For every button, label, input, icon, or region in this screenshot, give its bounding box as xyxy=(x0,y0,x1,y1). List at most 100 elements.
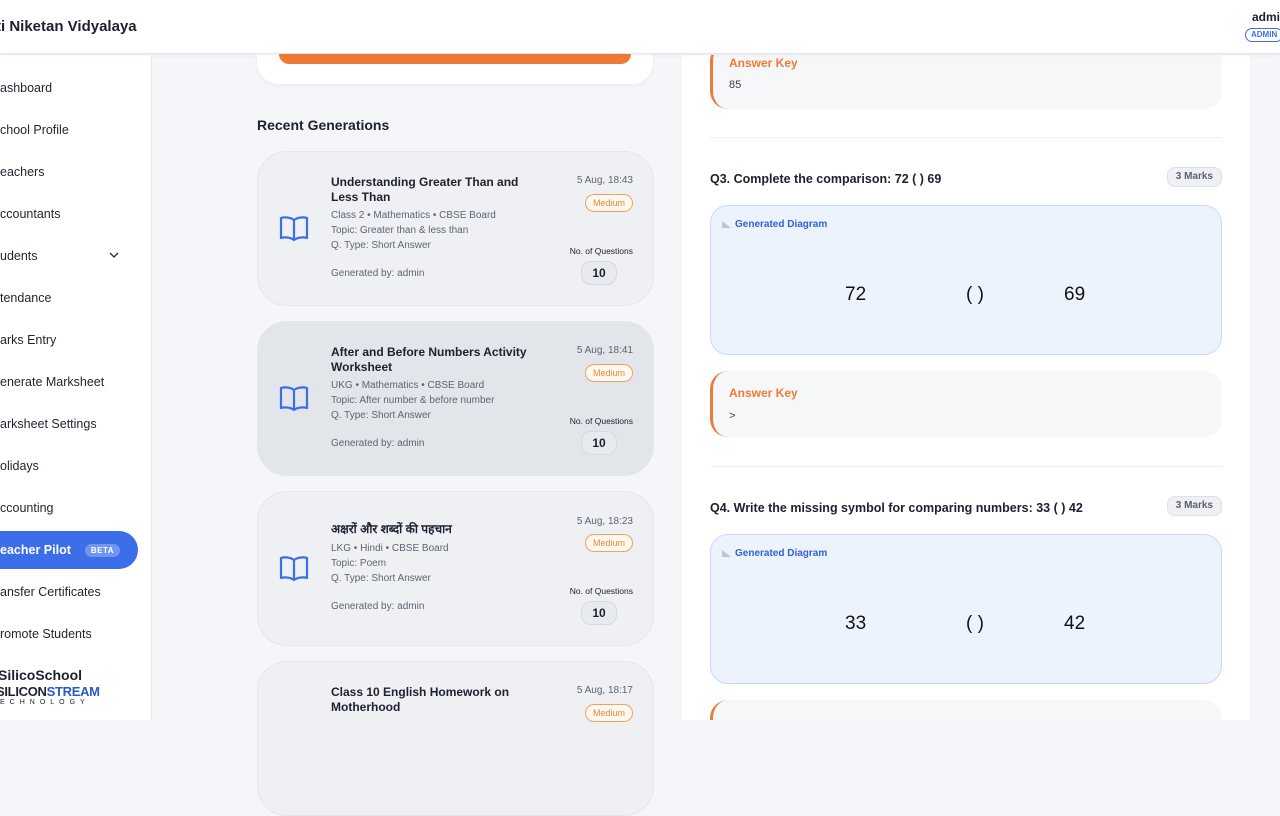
brand-logo-part: SILICON xyxy=(0,684,47,699)
num-questions-value: 10 xyxy=(581,431,617,455)
generation-title: After and Before Numbers Activity Worksh… xyxy=(331,345,527,374)
sidebar-item-accountants[interactable]: ccountants xyxy=(0,195,138,233)
book-icon xyxy=(279,216,309,242)
diagram-blank: ( ) xyxy=(966,613,984,634)
diagram-label-text: Generated Diagram xyxy=(735,548,828,559)
generation-time: 5 Aug, 18:41 xyxy=(576,345,633,356)
sidebar-item-school-profile[interactable]: chool Profile xyxy=(0,111,138,149)
num-questions-value: 10 xyxy=(581,601,617,625)
generation-title: Understanding Greater Than and Less Than xyxy=(331,175,519,204)
answer-key-label: Answer Key xyxy=(729,386,798,400)
brand-name: SilicoSchool xyxy=(0,667,83,683)
diagram-blank: ( ) xyxy=(966,284,984,305)
generation-meta: UKG • Mathematics • CBSE Board xyxy=(331,380,485,391)
generated-by: Generated by: admin xyxy=(331,268,425,279)
difficulty-badge: Medium xyxy=(585,704,633,722)
chevron-down-icon[interactable] xyxy=(108,249,120,261)
num-questions-label: No. of Questions xyxy=(569,416,633,426)
generated-diagram: Generated Diagram 33 ( ) 42 xyxy=(710,534,1222,684)
generation-meta: LKG • Hindi • CBSE Board xyxy=(331,543,449,554)
sidebar-item-label: ccounting xyxy=(0,501,54,515)
answer-key-box: Answer Key > xyxy=(710,371,1222,437)
sidebar-item-label: olidays xyxy=(0,459,39,473)
generation-topic: Topic: Greater than & less than xyxy=(331,225,469,236)
sidebar: ashboard chool Profile eachers ccountant… xyxy=(0,55,152,720)
generation-topic: Topic: Poem xyxy=(331,558,387,569)
question-title: Q3. Complete the comparison: 72 ( ) 69 xyxy=(710,172,942,186)
top-bar: ti Niketan Vidyalaya admi ADMIN xyxy=(0,0,1280,54)
diagram-label: Generated Diagram xyxy=(721,219,827,230)
diagram-number: 33 xyxy=(845,613,867,634)
recent-generations-title: Recent Generations xyxy=(257,117,390,133)
brand-logo-part: STREAM xyxy=(46,684,100,699)
answer-key-label: Answer Key xyxy=(729,56,798,70)
generation-card[interactable]: Understanding Greater Than and Less Than… xyxy=(257,151,654,306)
sidebar-item-label: ccountants xyxy=(0,207,61,221)
generation-time: 5 Aug, 18:43 xyxy=(576,175,633,186)
difficulty-badge: Medium xyxy=(585,364,633,382)
generation-time: 5 Aug, 18:23 xyxy=(576,516,633,527)
sidebar-item-students[interactable]: udents xyxy=(0,237,138,275)
num-questions-label: No. of Questions xyxy=(569,586,633,596)
generation-card[interactable]: Class 10 English Homework on Motherhood … xyxy=(257,661,654,816)
sidebar-item-teacher-pilot[interactable]: eacher Pilot BETA xyxy=(0,531,138,569)
question-detail-panel: Answer Key 85 Q3. Complete the compariso… xyxy=(682,55,1250,720)
divider xyxy=(710,137,1222,138)
answer-key-value: 85 xyxy=(729,79,742,91)
ruler-icon xyxy=(722,550,731,557)
role-badge: ADMIN xyxy=(1245,28,1280,42)
sidebar-item-label: udents xyxy=(0,249,38,263)
sidebar-item-label: eacher Pilot xyxy=(0,543,71,557)
divider xyxy=(710,466,1222,467)
sidebar-item-label: eachers xyxy=(0,165,45,179)
answer-key-value: > xyxy=(729,410,736,422)
difficulty-badge: Medium xyxy=(585,534,633,552)
school-name: ti Niketan Vidyalaya xyxy=(0,18,137,35)
sidebar-item-teachers[interactable]: eachers xyxy=(0,153,138,191)
difficulty-badge: Medium xyxy=(585,194,633,212)
sidebar-item-holidays[interactable]: olidays xyxy=(0,447,138,485)
sidebar-item-label: ashboard xyxy=(0,81,53,95)
diagram-label: Generated Diagram xyxy=(721,548,827,559)
sidebar-item-label: chool Profile xyxy=(0,123,69,137)
book-icon xyxy=(279,556,309,582)
generated-by: Generated by: admin xyxy=(331,601,425,612)
diagram-number: 72 xyxy=(845,284,867,305)
generation-time: 5 Aug, 18:17 xyxy=(576,685,633,696)
generation-title: अक्षरों और शब्दों की पहचान xyxy=(331,522,452,536)
sidebar-item-label: romote Students xyxy=(0,627,92,641)
sidebar-item-label: arks Entry xyxy=(0,333,57,347)
generation-meta: Class 2 • Mathematics • CBSE Board xyxy=(331,210,496,221)
marks-badge: 3 Marks xyxy=(1166,167,1222,187)
sidebar-item-accounting[interactable]: ccounting xyxy=(0,489,138,527)
generation-card[interactable]: अक्षरों और शब्दों की पहचान LKG • Hindi •… xyxy=(257,491,654,646)
sidebar-item-label: arksheet Settings xyxy=(0,417,97,431)
sidebar-item-marksheet-settings[interactable]: arksheet Settings xyxy=(0,405,138,443)
question-title: Q4. Write the missing symbol for compari… xyxy=(710,501,1083,515)
brand-tagline: ECHNOLOGY xyxy=(0,699,90,706)
generation-card[interactable]: After and Before Numbers Activity Worksh… xyxy=(257,321,654,476)
diagram-number: 42 xyxy=(1064,613,1086,634)
generated-diagram: Generated Diagram 72 ( ) 69 xyxy=(710,205,1222,355)
generated-by: Generated by: admin xyxy=(331,438,425,449)
sidebar-item-attendance[interactable]: tendance xyxy=(0,279,138,317)
beta-badge: BETA xyxy=(84,543,121,557)
sidebar-item-label: tendance xyxy=(0,291,52,305)
user-name[interactable]: admi xyxy=(1252,10,1280,24)
sidebar-item-transfer-certificates[interactable]: ansfer Certificates xyxy=(0,573,138,611)
answer-key-box xyxy=(710,700,1222,720)
sidebar-item-label: enerate Marksheet xyxy=(0,375,105,389)
generation-topic: Topic: After number & before number xyxy=(331,395,495,406)
generate-button[interactable] xyxy=(279,54,631,64)
sidebar-item-marks-entry[interactable]: arks Entry xyxy=(0,321,138,359)
num-questions-label: No. of Questions xyxy=(569,246,633,256)
marks-badge: 3 Marks xyxy=(1166,496,1222,516)
num-questions-value: 10 xyxy=(581,261,617,285)
sidebar-item-promote-students[interactable]: romote Students xyxy=(0,615,138,653)
ruler-icon xyxy=(722,221,731,228)
diagram-number: 69 xyxy=(1064,284,1086,305)
book-icon xyxy=(279,386,309,412)
sidebar-item-generate-marksheet[interactable]: enerate Marksheet xyxy=(0,363,138,401)
sidebar-item-label: ansfer Certificates xyxy=(0,585,101,599)
sidebar-item-dashboard[interactable]: ashboard xyxy=(0,69,138,107)
